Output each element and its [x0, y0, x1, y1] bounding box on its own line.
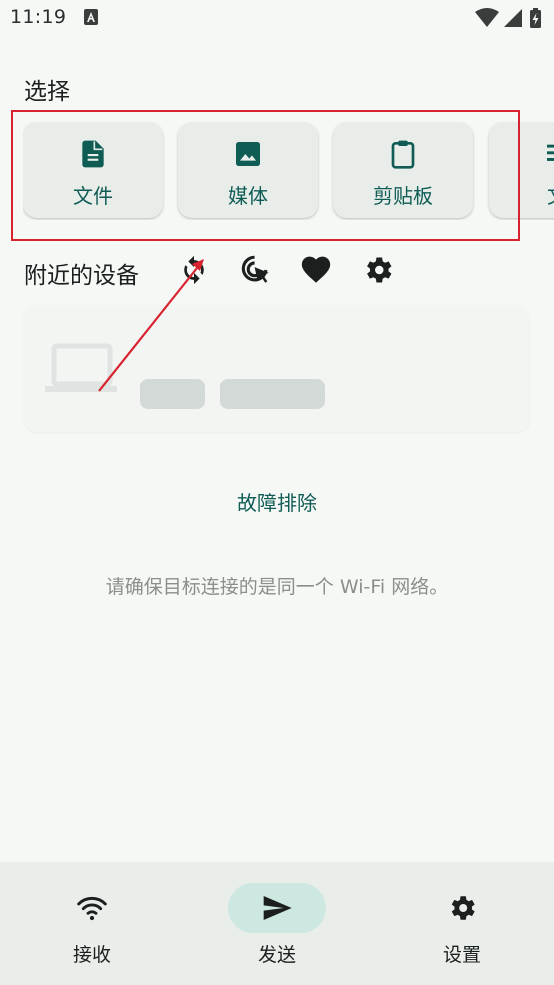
wifi-icon — [76, 892, 108, 924]
laptop-icon — [45, 343, 117, 393]
highlight-annotation-box — [11, 110, 520, 241]
nav-send-label: 发送 — [257, 944, 296, 966]
nearby-devices-title: 附近的设备 — [24, 263, 139, 289]
nav-settings-label: 设置 — [442, 944, 481, 966]
troubleshoot-link[interactable]: 故障排除 — [0, 487, 554, 516]
nav-send[interactable]: 发送 — [185, 862, 369, 985]
refresh-icon[interactable] — [177, 253, 211, 287]
heart-icon[interactable] — [299, 253, 333, 287]
nav-receive-label: 接收 — [72, 944, 111, 966]
wifi-signal-icon — [475, 8, 499, 27]
tile-text-label: 文 — [537, 180, 554, 209]
gear-icon[interactable] — [361, 253, 395, 287]
placeholder-bar-long — [220, 379, 325, 409]
status-icons — [474, 7, 544, 29]
send-icon — [261, 892, 293, 924]
select-section-title: 选择 — [24, 79, 70, 105]
touch-target-icon[interactable] — [239, 253, 273, 287]
status-time: 11:19 — [10, 6, 67, 28]
device-card-placeholder — [23, 305, 530, 432]
gear-icon — [446, 892, 478, 924]
battery-charging-icon — [530, 8, 541, 28]
nav-receive[interactable]: 接收 — [0, 862, 184, 985]
text-lines-icon — [543, 138, 554, 170]
cell-signal-icon — [504, 9, 522, 27]
accessibility-status-icon — [84, 9, 98, 25]
placeholder-bar-short — [140, 379, 205, 409]
bottom-navigation: 接收 发送 设置 — [0, 862, 554, 985]
nav-settings[interactable]: 设置 — [370, 862, 554, 985]
network-hint-text: 请确保目标连接的是同一个 Wi-Fi 网络。 — [105, 576, 449, 598]
